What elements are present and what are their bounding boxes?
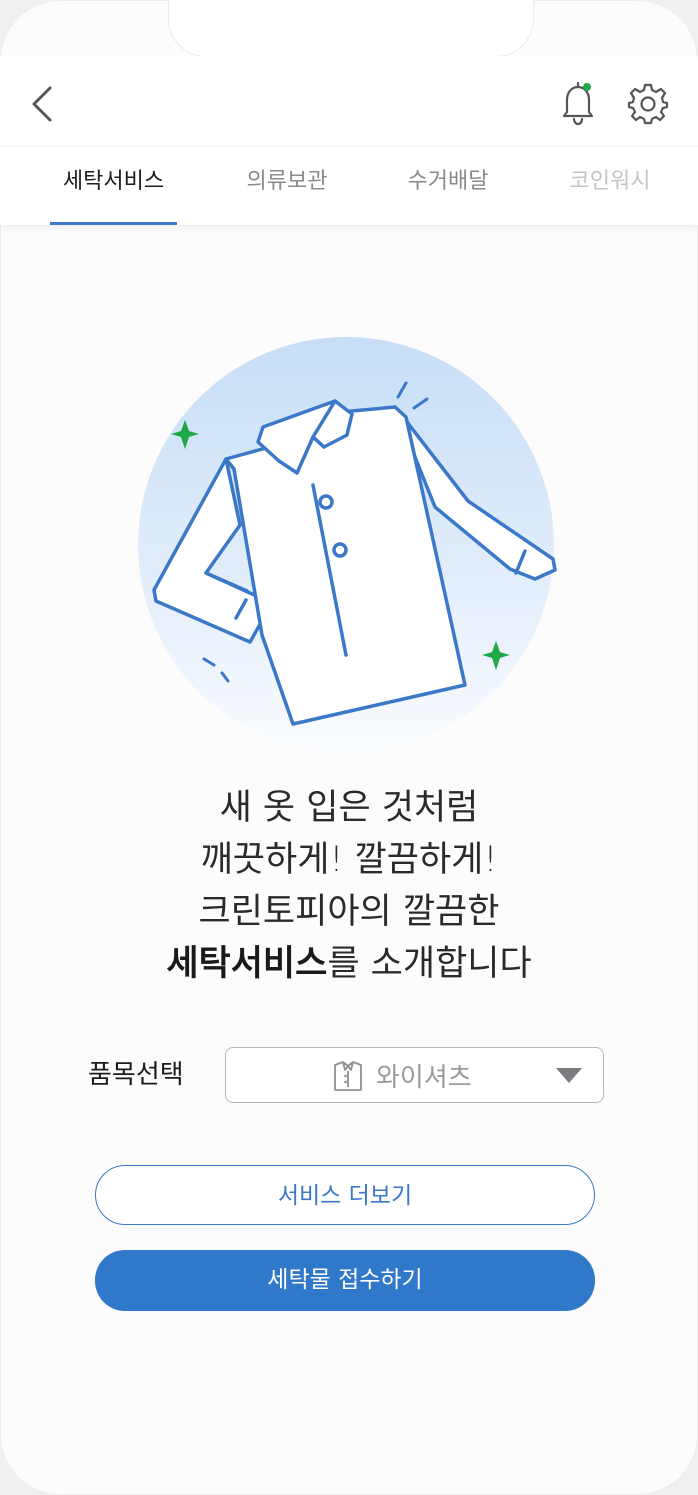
app-header [0, 56, 698, 146]
active-tab-indicator [50, 222, 177, 225]
service-more-button[interactable]: 서비스 더보기 [95, 1165, 595, 1225]
item-select-label: 품목선택 [88, 1060, 184, 1090]
shirt-illustration [130, 335, 570, 755]
headline-line-4: 세탁서비스를 소개합니다 [0, 938, 698, 990]
headline-emphasis: 세탁서비스 [166, 944, 328, 984]
gear-icon [627, 83, 669, 125]
headline-line-2: 깨끗하게! 깔끔하게! [200, 840, 498, 880]
settings-button[interactable] [624, 80, 672, 128]
phone-frame: 세탁서비스 의류보관 수거배달 코인워시 새 옷 입은 것처럼 깨끗하게! 깔끔… [0, 0, 698, 1495]
tab-clothing-storage[interactable]: 의류보관 [222, 147, 352, 225]
shirt-icon [334, 1061, 362, 1091]
tab-laundry-service[interactable]: 세탁서비스 [50, 147, 177, 225]
item-select-dropdown[interactable]: 와이셔츠 [225, 1047, 604, 1103]
device-notch [168, 0, 534, 57]
tab-coin-wash[interactable]: 코인워시 [546, 147, 674, 225]
service-tabs: 세탁서비스 의류보관 수거배달 코인워시 [0, 146, 698, 225]
notification-button[interactable] [556, 78, 600, 128]
headline-line-4-rest: 를 소개합니다 [327, 944, 532, 984]
bell-icon [562, 81, 594, 126]
back-button[interactable] [22, 80, 66, 128]
headline-line-3: 크린토피아의 깔끔한 [198, 892, 500, 932]
item-select-value: 와이셔츠 [376, 1063, 472, 1093]
headline-line-1: 새 옷 입은 것처럼 [219, 788, 479, 828]
intro-headline: 새 옷 입은 것처럼 깨끗하게! 깔끔하게! 크린토피아의 깔끔한 세탁서비스를… [0, 782, 698, 990]
tab-pickup-delivery[interactable]: 수거배달 [384, 147, 512, 225]
notification-dot [583, 83, 591, 91]
submit-laundry-button[interactable]: 세탁물 접수하기 [95, 1250, 595, 1311]
dropdown-arrow-icon [556, 1068, 582, 1083]
chevron-left-icon [32, 86, 52, 122]
